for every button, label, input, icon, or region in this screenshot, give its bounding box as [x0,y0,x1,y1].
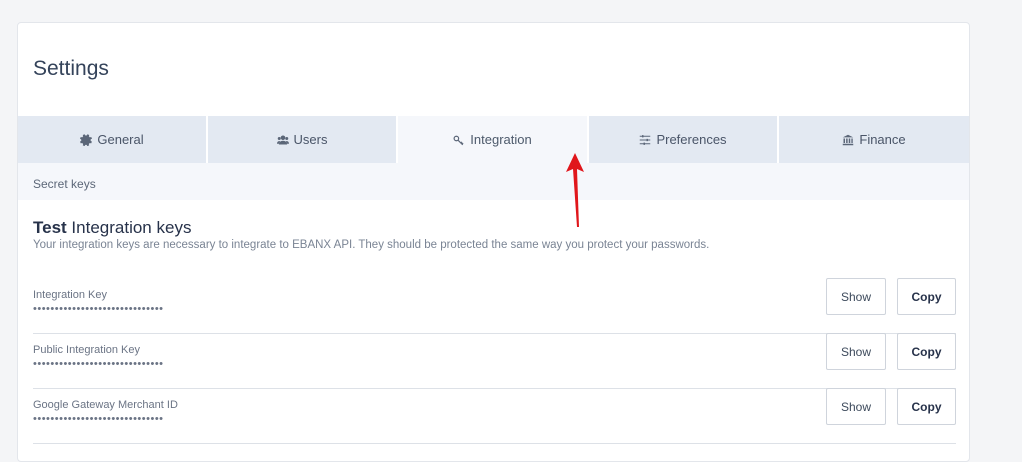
key-label: Integration Key [33,289,107,301]
tab-label: Integration [470,132,532,147]
subsection-header: Secret keys [18,163,969,200]
gear-icon [80,133,93,146]
tab-finance[interactable]: Finance [779,116,969,163]
copy-button[interactable]: Copy [897,278,956,315]
sliders-icon [639,134,651,146]
copy-button[interactable]: Copy [897,333,956,370]
key-masked-value: •••••••••••••••••••••••••••••• [33,358,164,370]
tab-integration[interactable]: Integration [398,116,587,163]
section-heading-bold: Test [33,218,67,237]
subsection-title: Secret keys [33,177,96,191]
key-row-integration-key: Integration Key ••••••••••••••••••••••••… [33,278,956,334]
section-description: Your integration keys are necessary to i… [33,239,710,251]
tab-general[interactable]: General [18,116,206,163]
bank-icon [842,134,854,146]
users-icon [276,134,289,146]
tab-label: Finance [859,132,906,147]
key-masked-value: •••••••••••••••••••••••••••••• [33,303,164,315]
section-heading: Test Integration keys [33,218,191,238]
section-heading-rest: Integration keys [66,218,192,237]
key-label: Public Integration Key [33,344,141,356]
key-masked-value: •••••••••••••••••••••••••••••• [33,413,164,425]
tab-label: Users [293,132,328,147]
key-icon [453,134,465,146]
tab-preferences[interactable]: Preferences [589,116,777,163]
key-label: Google Gateway Merchant ID [33,399,178,411]
show-button[interactable]: Show [826,333,886,370]
show-button[interactable]: Show [826,388,886,425]
settings-card: Settings General Users Integration Prefe… [17,22,970,462]
tab-label: Preferences [656,132,727,147]
show-button[interactable]: Show [826,278,886,315]
settings-tabs: General Users Integration Preferences Fi… [18,116,969,163]
tab-users[interactable]: Users [208,116,396,163]
tab-label: General [97,132,144,147]
key-row-public-integration-key: Public Integration Key •••••••••••••••••… [33,333,956,389]
copy-button[interactable]: Copy [897,388,956,425]
page-title: Settings [33,57,109,80]
key-row-google-gateway-merchant-id: Google Gateway Merchant ID •••••••••••••… [33,388,956,444]
